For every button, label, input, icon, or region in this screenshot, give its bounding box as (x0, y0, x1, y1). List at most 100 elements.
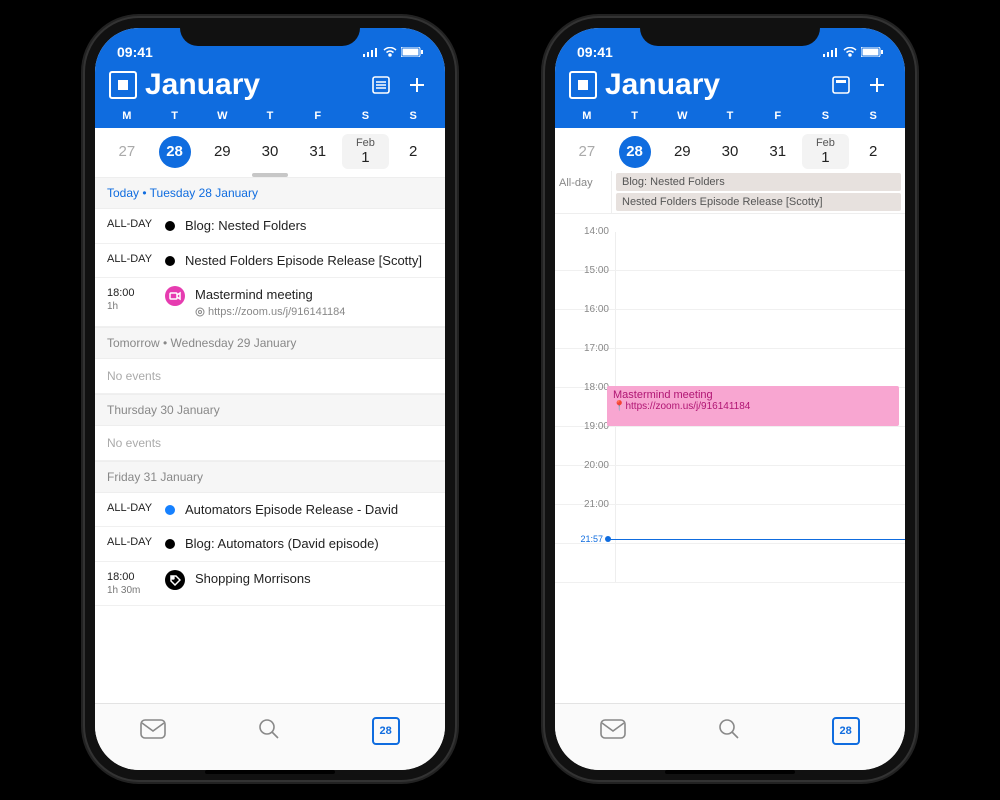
event-title: Mastermind meeting (613, 389, 893, 401)
day-timeline[interactable]: All-day Blog: Nested Folders Nested Fold… (555, 171, 905, 611)
app-logo-icon[interactable] (569, 71, 597, 99)
day-28-selected[interactable]: 28 (151, 136, 199, 168)
event-time: ALL-DAY (107, 218, 152, 230)
weekday-label: S (342, 110, 390, 122)
event-title: Mastermind meeting (195, 286, 345, 304)
tab-search[interactable] (257, 717, 281, 746)
agenda-view-button[interactable] (367, 71, 395, 99)
weekday-label: S (389, 110, 437, 122)
battery-icon (861, 47, 883, 57)
day-30[interactable]: 30 (246, 137, 294, 166)
hour-label: 20:00 (555, 460, 615, 498)
agenda-row[interactable]: 18:001h Mastermind meeting https://zoom.… (95, 278, 445, 327)
allday-label: All-day (555, 171, 612, 213)
event-time: ALL-DAY (107, 536, 152, 548)
status-icons (823, 47, 883, 57)
agenda-row[interactable]: 18:001h 30m Shopping Morrisons (95, 562, 445, 606)
hour-label: 17:00 (555, 343, 615, 381)
tab-mail[interactable] (140, 719, 166, 744)
week-days-row: 27 28 29 30 31 Feb1 2 (95, 128, 445, 171)
tab-bar: 28 (95, 703, 445, 770)
status-time: 09:41 (117, 44, 153, 60)
day-feb1[interactable]: Feb1 (802, 134, 850, 169)
section-fri-header: Friday 31 January (95, 461, 445, 493)
weekday-label: T (151, 110, 199, 122)
section-thu-header: Thursday 30 January (95, 394, 445, 426)
day-27[interactable]: 27 (103, 137, 151, 166)
section-today-header: Today • Tuesday 28 January (95, 177, 445, 209)
day-29[interactable]: 29 (658, 137, 706, 166)
weekday-header: M T W T F S S (95, 106, 445, 128)
day-28-selected[interactable]: 28 (611, 136, 659, 168)
now-time-label: 21:57 (555, 534, 607, 544)
app-logo-icon[interactable] (109, 71, 137, 99)
allday-event[interactable]: Nested Folders Episode Release [Scotty] (616, 193, 901, 211)
current-time-indicator: 21:57 (555, 534, 905, 544)
agenda-row[interactable]: ALL-DAY Blog: Automators (David episode) (95, 527, 445, 562)
month-title[interactable]: January (145, 68, 359, 102)
day-31[interactable]: 31 (294, 137, 342, 166)
weekday-label: F (754, 110, 802, 122)
phone-dayview: 09:41 January M T W (545, 18, 915, 780)
weekday-label: W (198, 110, 246, 122)
tab-bar: 28 (555, 703, 905, 770)
event-time: ALL-DAY (107, 502, 152, 514)
weekday-label: T (246, 110, 294, 122)
tab-calendar-active[interactable]: 28 (832, 717, 860, 745)
weekday-label: W (658, 110, 706, 122)
hour-grid: 14:00 15:00 16:00 17:00 18:00 19:00 20:0… (555, 214, 905, 583)
tab-search[interactable] (717, 717, 741, 746)
video-call-icon (165, 286, 185, 306)
event-title: Nested Folders Episode Release [Scotty] (185, 252, 422, 270)
tab-calendar-active[interactable]: 28 (372, 717, 400, 745)
agenda-list[interactable]: Today • Tuesday 28 January ALL-DAY Blog:… (95, 177, 445, 617)
hour-label: 15:00 (555, 265, 615, 303)
day-27[interactable]: 27 (563, 137, 611, 166)
weekday-header: M T W T F S S (555, 106, 905, 128)
agenda-row[interactable]: ALL-DAY Blog: Nested Folders (95, 209, 445, 244)
section-tomorrow-header: Tomorrow • Wednesday 29 January (95, 327, 445, 359)
signal-icon (363, 47, 379, 57)
event-time: 18:00 (107, 287, 135, 299)
event-location: 📍https://zoom.us/j/916141184 (613, 401, 893, 412)
hour-label: 19:00 (555, 421, 615, 459)
allday-section: All-day Blog: Nested Folders Nested Fold… (555, 171, 905, 214)
allday-event[interactable]: Blog: Nested Folders (616, 173, 901, 191)
hour-label: 16:00 (555, 304, 615, 342)
day-2[interactable]: 2 (389, 137, 437, 166)
hour-label: 21:00 (555, 499, 615, 537)
calendar-dot-icon (165, 256, 175, 266)
now-dot-icon (605, 536, 611, 542)
notch (180, 18, 360, 46)
notch (640, 18, 820, 46)
day-feb1[interactable]: Feb1 (342, 134, 390, 169)
event-title: Automators Episode Release - David (185, 501, 398, 519)
wifi-icon (383, 47, 397, 57)
tab-mail[interactable] (600, 719, 626, 744)
status-icons (363, 47, 423, 57)
phone-agenda: 09:41 January M T W (85, 18, 455, 780)
day-30[interactable]: 30 (706, 137, 754, 166)
home-indicator[interactable] (205, 770, 335, 774)
day-2[interactable]: 2 (849, 137, 897, 166)
week-days-row: 27 28 29 30 31 Feb1 2 (555, 128, 905, 171)
add-event-button[interactable] (403, 71, 431, 99)
add-event-button[interactable] (863, 71, 891, 99)
tag-icon (165, 570, 185, 590)
agenda-row[interactable]: ALL-DAY Nested Folders Episode Release [… (95, 244, 445, 279)
event-title: Shopping Morrisons (195, 570, 311, 588)
home-indicator[interactable] (665, 770, 795, 774)
day-29[interactable]: 29 (198, 137, 246, 166)
event-location: https://zoom.us/j/916141184 (195, 306, 345, 318)
agenda-row[interactable]: ALL-DAY Automators Episode Release - Dav… (95, 493, 445, 528)
timeline-event[interactable]: Mastermind meeting 📍https://zoom.us/j/91… (607, 386, 899, 426)
day-view-button[interactable] (827, 71, 855, 99)
month-title[interactable]: January (605, 68, 819, 102)
weekday-label: S (849, 110, 897, 122)
calendar-dot-icon (165, 539, 175, 549)
weekday-label: T (611, 110, 659, 122)
event-title: Blog: Nested Folders (185, 217, 306, 235)
hour-label: 14:00 (555, 226, 615, 264)
day-31[interactable]: 31 (754, 137, 802, 166)
event-duration: 1h 30m (107, 585, 140, 596)
